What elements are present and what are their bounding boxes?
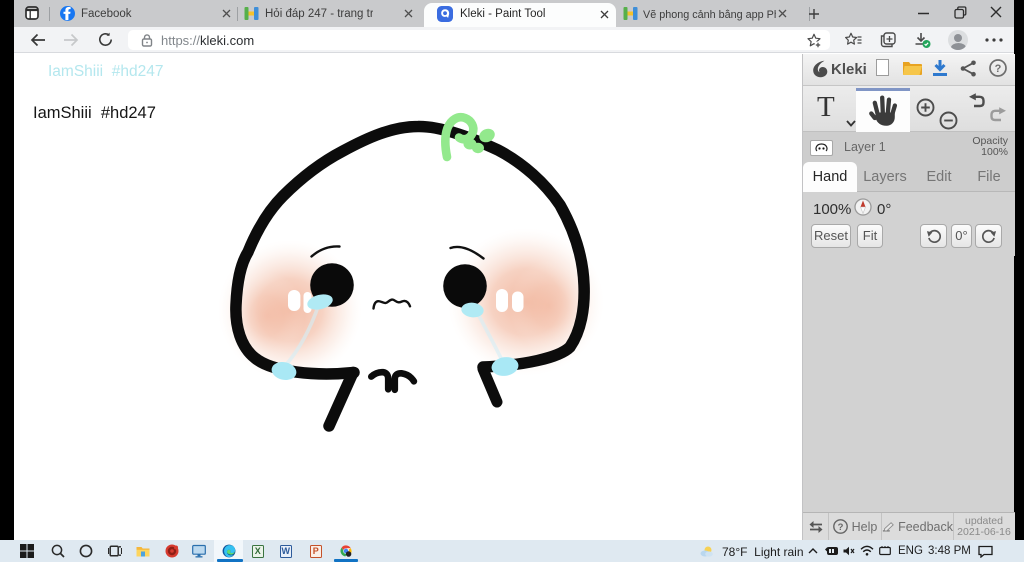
svg-text:?: ? xyxy=(837,522,843,533)
svg-text:?: ? xyxy=(995,63,1002,75)
